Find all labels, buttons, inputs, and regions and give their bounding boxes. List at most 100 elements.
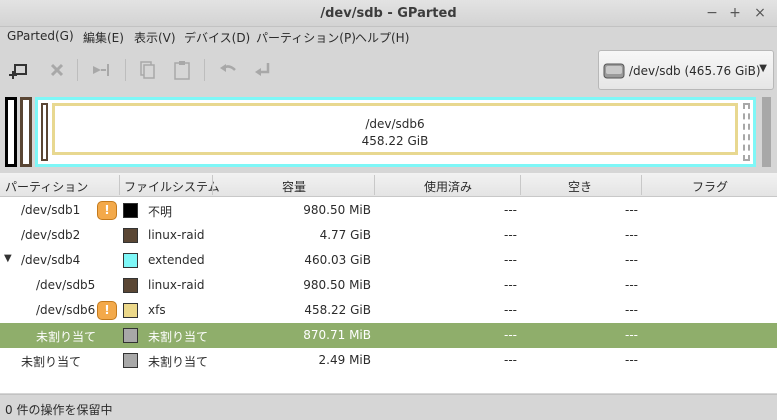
table-row[interactable]: /dev/sdb5 linux-raid 980.50 MiB --- --- — [0, 273, 777, 298]
selected-partition-size: 458.22 GiB — [361, 134, 429, 148]
col-size[interactable]: 容量 — [282, 178, 306, 195]
partition-name: /dev/sdb5 — [36, 278, 96, 292]
menu-bar: GParted(G) 編集(E) 表示(V) デバイス(D) パーティション(P… — [0, 27, 777, 47]
partition-free: --- — [625, 278, 638, 292]
table-row[interactable]: 未割り当て 未割り当て 2.49 MiB --- --- — [0, 348, 777, 373]
window-title: /dev/sdb - GParted — [320, 6, 457, 21]
filesystem-color-swatch — [123, 228, 138, 243]
partition-sdb5-block[interactable] — [41, 103, 48, 161]
paste-button[interactable] — [171, 59, 193, 81]
header-separator — [641, 175, 642, 195]
unallocated-end-block[interactable] — [762, 97, 771, 167]
partition-size: 4.77 GiB — [319, 228, 371, 242]
filesystem-color-swatch — [123, 328, 138, 343]
table-row[interactable]: 未割り当て 未割り当て 870.71 MiB --- --- — [0, 323, 777, 348]
disk-map: /dev/sdb6 458.22 GiB — [0, 94, 777, 172]
menu-view[interactable]: 表示(V) — [134, 29, 176, 46]
partition-free: --- — [625, 353, 638, 367]
partition-free: --- — [625, 203, 638, 217]
partition-size: 870.71 MiB — [303, 328, 371, 342]
new-partition-icon — [9, 64, 27, 79]
partition-name: /dev/sdb2 — [21, 228, 81, 242]
toolbar-separator — [125, 59, 126, 81]
partition-used: --- — [504, 353, 517, 367]
partition-size: 2.49 MiB — [318, 353, 371, 367]
partition-size: 980.50 MiB — [303, 203, 371, 217]
filesystem-name: extended — [148, 253, 205, 267]
table-row[interactable]: ▼ /dev/sdb4 extended 460.03 GiB --- --- — [0, 248, 777, 273]
maximize-button[interactable]: + — [726, 4, 744, 22]
dropdown-arrow-icon: ▼ — [759, 63, 767, 74]
paste-icon — [174, 61, 190, 80]
header-separator — [119, 175, 120, 195]
partition-used: --- — [504, 253, 517, 267]
menu-help[interactable]: ヘルプ(H) — [355, 29, 409, 46]
device-selector[interactable]: /dev/sdb (465.76 GiB) ▼ — [598, 50, 774, 90]
menu-partition[interactable]: パーティション(P) — [256, 29, 356, 46]
menu-gparted[interactable]: GParted(G) — [7, 29, 74, 43]
col-partition[interactable]: パーティション — [5, 178, 88, 195]
partition-size: 460.03 GiB — [304, 253, 371, 267]
harddisk-icon — [603, 60, 625, 82]
minimize-button[interactable]: − — [703, 4, 721, 22]
filesystem-color-swatch — [123, 303, 138, 318]
filesystem-color-swatch — [123, 253, 138, 268]
undo-icon — [220, 64, 236, 72]
menu-device[interactable]: デバイス(D) — [184, 29, 250, 46]
partition-free: --- — [625, 328, 638, 342]
resize-move-button[interactable] — [90, 59, 112, 81]
status-text: 0 件の操作を保留中 — [5, 403, 113, 417]
table-header: パーティション ファイルシステム 容量 使用済み 空き フラグ — [0, 173, 777, 197]
partition-sdb2-block[interactable] — [20, 97, 32, 167]
partition-sdb6-block[interactable]: /dev/sdb6 458.22 GiB — [52, 103, 738, 155]
col-flags[interactable]: フラグ — [692, 178, 728, 195]
col-used[interactable]: 使用済み — [424, 178, 472, 195]
apply-button[interactable] — [252, 59, 274, 81]
filesystem-name: linux-raid — [148, 278, 205, 292]
filesystem-name: xfs — [148, 303, 166, 317]
selected-partition-name: /dev/sdb6 — [365, 117, 425, 131]
partition-free: --- — [625, 303, 638, 317]
partition-size: 458.22 GiB — [304, 303, 371, 317]
delete-button[interactable] — [46, 59, 68, 81]
menu-edit[interactable]: 編集(E) — [83, 29, 124, 46]
filesystem-name: linux-raid — [148, 228, 205, 242]
resize-move-icon — [93, 64, 109, 76]
partition-sdb1-block[interactable] — [5, 97, 17, 167]
copy-button[interactable] — [136, 59, 158, 81]
table-row[interactable]: /dev/sdb1! 不明 980.50 MiB --- --- — [0, 198, 777, 223]
filesystem-name: 不明 — [148, 205, 173, 219]
header-separator — [374, 175, 375, 195]
partition-name: 未割り当て — [21, 355, 82, 369]
partition-used: --- — [504, 203, 517, 217]
close-button[interactable]: × — [751, 4, 769, 22]
header-separator — [212, 175, 213, 195]
warning-icon: ! — [97, 301, 117, 320]
partition-size: 980.50 MiB — [303, 278, 371, 292]
new-partition-button[interactable] — [9, 59, 31, 81]
title-bar: /dev/sdb - GParted − + × — [0, 0, 777, 27]
partition-name: /dev/sdb6 — [36, 303, 96, 317]
col-filesystem[interactable]: ファイルシステム — [124, 178, 220, 195]
table-row[interactable]: /dev/sdb6! xfs 458.22 GiB --- --- — [0, 298, 777, 323]
toolbar-separator — [204, 59, 205, 81]
status-bar: 0 件の操作を保留中 — [0, 394, 777, 420]
partition-free: --- — [625, 228, 638, 242]
table-row[interactable]: /dev/sdb2 linux-raid 4.77 GiB --- --- — [0, 223, 777, 248]
col-free[interactable]: 空き — [568, 178, 592, 195]
partition-used: --- — [504, 228, 517, 242]
filesystem-color-swatch — [123, 203, 138, 218]
expander-icon[interactable]: ▼ — [4, 253, 12, 264]
partition-free: --- — [625, 253, 638, 267]
unallocated-block[interactable] — [743, 103, 750, 161]
copy-icon — [140, 61, 155, 79]
partition-name: 未割り当て — [36, 330, 97, 344]
undo-button[interactable] — [217, 59, 239, 81]
partition-name: /dev/sdb1 — [21, 203, 81, 217]
warning-icon: ! — [97, 201, 117, 220]
toolbar-separator — [77, 59, 78, 81]
partition-used: --- — [504, 278, 517, 292]
partition-used: --- — [504, 328, 517, 342]
header-separator — [520, 175, 521, 195]
filesystem-name: 未割り当て — [148, 330, 209, 344]
